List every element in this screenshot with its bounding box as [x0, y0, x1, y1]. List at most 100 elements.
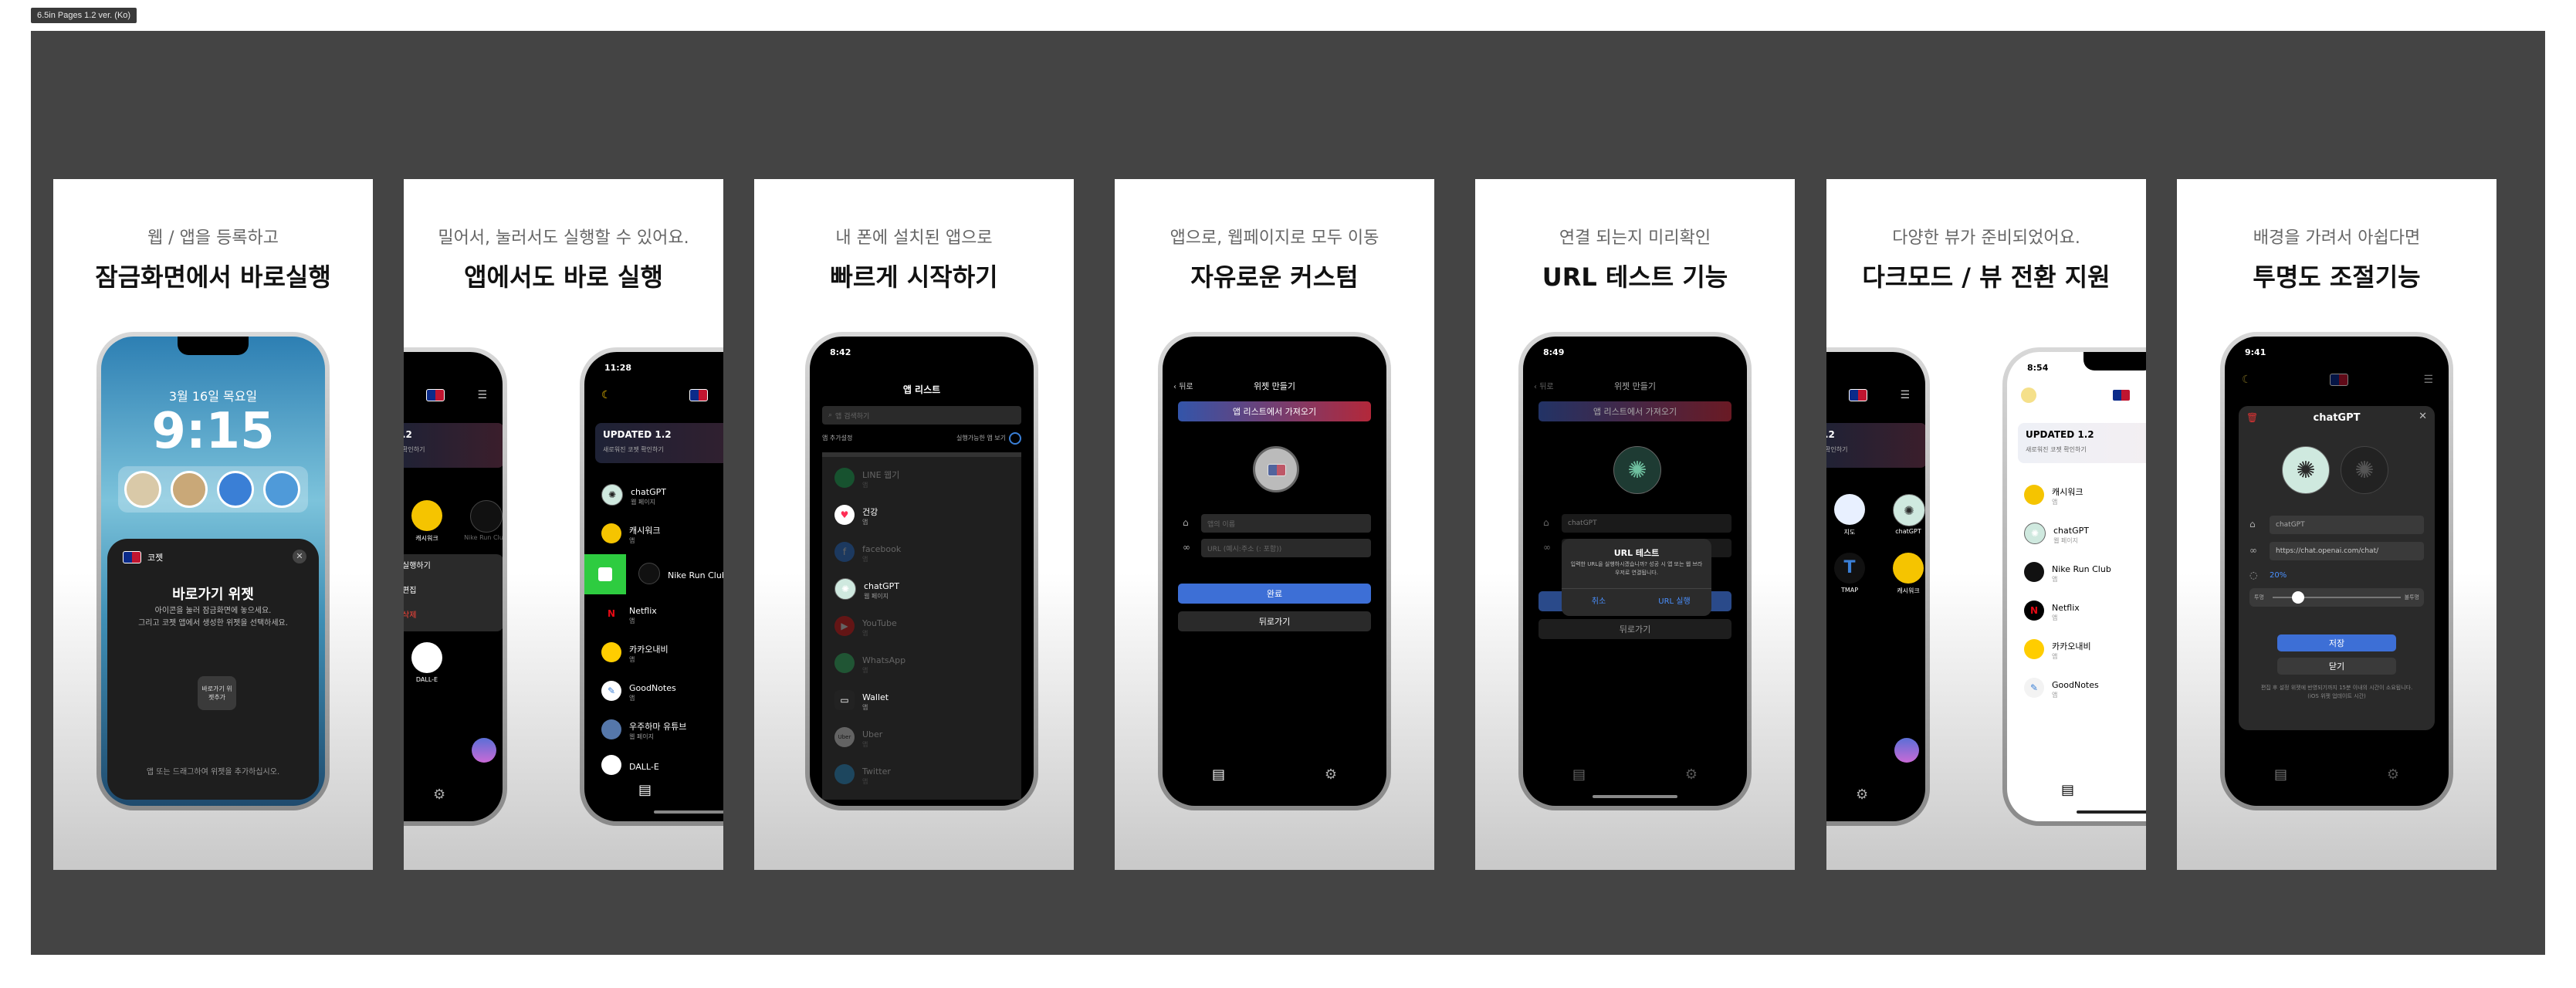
lock-widget-3[interactable]	[217, 471, 254, 508]
close-icon[interactable]: ✕	[293, 550, 306, 563]
name-input[interactable]: chatGPT	[2270, 516, 2424, 534]
add-widget-button[interactable]: 바로가기 위젯추가	[198, 676, 236, 710]
go-back-button[interactable]: 뒤로가기	[1538, 619, 1731, 639]
menu-edit[interactable]: 편집	[404, 584, 416, 595]
import-from-list-button[interactable]: 앱 리스트에서 가져오기	[1538, 401, 1731, 421]
list-item[interactable]: ♥ 건강 앱	[834, 502, 1009, 528]
updated-banner[interactable]: .2 확인하기	[1826, 423, 1925, 468]
panel-app-launch: 밀어서, 눌러서도 실행할 수 있어요. 앱에서도 바로 실행 ☰ .2 확인하…	[404, 179, 723, 870]
list-item[interactable]: Uber Uber 앱	[834, 724, 1009, 750]
list-item[interactable]: ▭ Wallet 앱	[834, 687, 1009, 713]
grid-view-icon[interactable]: ▤	[2274, 766, 2287, 783]
close-icon[interactable]: ✕	[2419, 411, 2427, 422]
swipe-run-action[interactable]	[584, 554, 626, 594]
url-input[interactable]: URL (예시:주소 (: 포함))	[1201, 539, 1371, 557]
cancel-button[interactable]: 취소	[1562, 593, 1636, 611]
settings-icon[interactable]: ⚙	[1856, 787, 1868, 803]
panel-title: 자유로운 커스텀	[1190, 262, 1359, 292]
app-icon-tmap[interactable]: T	[1834, 553, 1865, 584]
close-button[interactable]: 닫기	[2277, 658, 2396, 675]
search-input[interactable]: ⌕ 앱 검색하기	[822, 406, 1021, 425]
list-item[interactable]: LINE 웹기 앱	[834, 465, 1009, 491]
health-icon: ♥	[834, 505, 855, 525]
updated-banner[interactable]: UPDATED 1.2 새로워진 코젯 확인하기	[595, 423, 723, 463]
list-view-icon[interactable]: ☰	[477, 389, 487, 401]
settings-icon[interactable]: ⚙	[2387, 766, 2399, 783]
settings-icon[interactable]: ⚙	[1325, 766, 1337, 783]
list-item[interactable]: f facebook 앱	[834, 539, 1009, 565]
runnable-toggle[interactable]	[1009, 432, 1021, 445]
list-item[interactable]: Nike Run Club	[638, 560, 723, 587]
nike-icon	[2024, 562, 2044, 582]
dark-mode-icon[interactable]: ☾	[601, 389, 611, 401]
list-view-icon[interactable]: ☰	[2423, 374, 2433, 386]
app-icon-cashwalk[interactable]	[411, 500, 442, 531]
list-item[interactable]: ✺ chatGPT 웹 페이지	[2024, 520, 2146, 546]
list-item[interactable]: 카카오내비 앱	[601, 639, 723, 665]
save-button[interactable]: 저장	[2277, 634, 2396, 651]
app-icon-cashwalk[interactable]	[1893, 553, 1924, 584]
run-url-button[interactable]: URL 실행	[1637, 593, 1711, 611]
list-item[interactable]: ▶ YouTube 앱	[834, 613, 1009, 639]
list-item[interactable]: WhatsApp 앱	[834, 650, 1009, 676]
list-item[interactable]: ✺ chatGPT 웹 페이지	[834, 576, 1009, 602]
list-item[interactable]: N Netflix 앱	[2024, 597, 2146, 624]
list-item[interactable]: ✎ GoodNotes 앱	[2024, 675, 2146, 701]
list-item[interactable]: Nike Run Club 앱	[2024, 559, 2146, 585]
url-input[interactable]: https://chat.openai.com/chat/	[2270, 542, 2424, 560]
app-type: 앱	[862, 482, 868, 489]
app-icon-nike[interactable]	[470, 500, 503, 533]
grid-view-icon[interactable]: ▤	[638, 782, 652, 798]
list-item[interactable]: ✺ chatGPT 웹 페이지	[601, 482, 723, 508]
list-item[interactable]: DALL-E	[601, 752, 723, 778]
name-input[interactable]: chatGPT	[1562, 514, 1731, 533]
grid-view-icon[interactable]: ▤	[2061, 782, 2074, 798]
opacity-slider[interactable]: 투명 불투명	[2249, 588, 2424, 607]
panel-subtitle: 밀어서, 눌러서도 실행할 수 있어요.	[438, 228, 689, 248]
phone-mockup: 9:41 ☾ ☰ 🗑 chatGPT ✕ ✺ ✺ ⌂ chatGPT ∞ htt…	[2220, 332, 2453, 810]
light-mode-icon[interactable]	[2021, 387, 2036, 403]
settings-icon[interactable]: ⚙	[433, 787, 445, 803]
app-name: 캐시워크	[2052, 487, 2083, 497]
list-item[interactable]: 카카오내비 앱	[2024, 636, 2146, 662]
app-icon-chatgpt[interactable]: ✺	[1893, 494, 1925, 526]
menu-delete[interactable]: 삭제	[404, 608, 416, 620]
chatgpt-icon: ✺	[834, 578, 856, 600]
updated-banner[interactable]: .2 확인하기	[404, 423, 503, 468]
go-back-button[interactable]: 뒤로가기	[1178, 611, 1371, 631]
list-item[interactable]: Twitter 앱	[834, 761, 1009, 787]
menu-fab[interactable]	[472, 738, 496, 763]
lock-date: 3월 16일 목요일	[168, 389, 258, 404]
updated-sub: 새로워진 코젯 확인하기	[2026, 446, 2087, 453]
app-name: Twitter	[862, 766, 891, 777]
grid-view-icon[interactable]: ▤	[1212, 766, 1225, 783]
app-icon-dalle[interactable]	[411, 642, 442, 673]
settings-icon[interactable]: ⚙	[1685, 766, 1698, 783]
name-input[interactable]: 앱의 이름	[1201, 514, 1371, 533]
updated-banner[interactable]: UPDATED 1.2 새로워진 코젯 확인하기	[2018, 423, 2146, 463]
grid-view-icon[interactable]: ▤	[1572, 766, 1586, 783]
updated-title: UPDATED 1.2	[2026, 429, 2094, 440]
lock-widget-2[interactable]	[171, 471, 208, 508]
list-item[interactable]: ✎ GoodNotes 앱	[601, 678, 723, 704]
widget-image-picker[interactable]	[1253, 446, 1299, 492]
panel-lockscreen: 웹 / 앱을 등록하고 잠금화면에서 바로실행 3월 16일 목요일 9:15 …	[53, 179, 373, 870]
list-item[interactable]: 캐시워크 앱	[2024, 482, 2146, 508]
app-icon-maps[interactable]	[1834, 494, 1865, 525]
list-view-icon[interactable]: ☰	[1900, 389, 1910, 401]
chatgpt-icon[interactable]: ✺	[2282, 446, 2330, 494]
slider-thumb[interactable]	[2292, 591, 2305, 604]
list-item[interactable]: 캐시워크 앱	[601, 520, 723, 546]
updated-title: UPDATED 1.2	[603, 429, 672, 440]
lock-widget-4[interactable]	[263, 471, 300, 508]
chatgpt-dark-icon[interactable]: ✺	[2341, 446, 2388, 494]
list-item[interactable]: 우주하마 유튜브 웹 페이지	[601, 716, 723, 743]
list-item[interactable]: N Netflix 앱	[601, 601, 723, 627]
dark-mode-icon[interactable]: ☾	[2242, 374, 2252, 386]
lock-widget-1[interactable]	[124, 471, 161, 508]
done-button[interactable]: 완료	[1178, 584, 1371, 604]
menu-fab[interactable]	[1894, 738, 1919, 763]
import-from-list-button[interactable]: 앱 리스트에서 가져오기	[1178, 401, 1371, 421]
menu-run[interactable]: 실행하기	[404, 559, 431, 570]
edit-widget-card: 🗑 chatGPT ✕ ✺ ✺ ⌂ chatGPT ∞ https://chat…	[2239, 406, 2435, 730]
